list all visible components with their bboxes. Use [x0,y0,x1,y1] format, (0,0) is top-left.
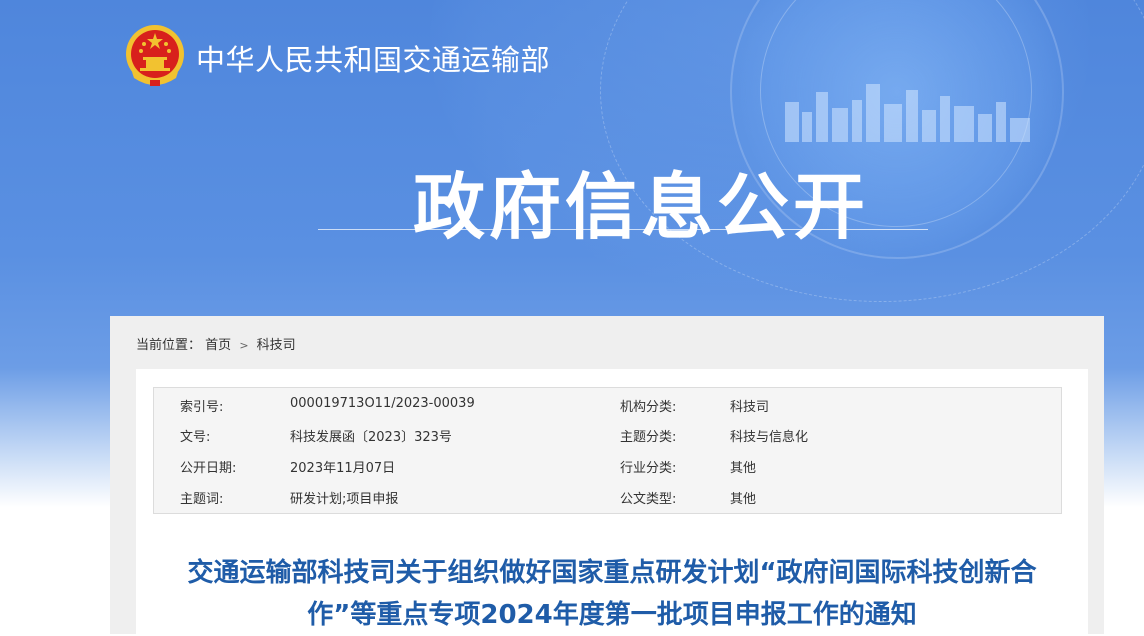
city-skyline-graphic [785,84,1030,142]
document-title-line: 作”等重点专项2024年度第一批项目申报工作的通知 [307,600,917,630]
breadcrumb-label: 当前位置： [136,338,202,353]
breadcrumb-separator: > [239,339,249,352]
meta-value: 研发计划;项目申报 [290,492,399,507]
meta-value: 000019713O11/2023-00039 [290,396,475,411]
meta-value: 2023年11月07日 [290,461,396,476]
meta-value: 科技发展函〔2023〕323号 [290,430,452,445]
meta-label: 主题分类: [620,430,677,445]
meta-value: 其他 [730,492,757,507]
article-panel: 索引号: 000019713O11/2023-00039 机构分类: 科技司 文… [136,369,1088,634]
meta-value: 其他 [730,461,757,476]
meta-value: 科技司 [730,400,770,415]
metadata-table: 索引号: 000019713O11/2023-00039 机构分类: 科技司 文… [153,387,1062,514]
document-title-line: 交通运输部科技司关于组织做好国家重点研发计划“政府间国际科技创新合 [187,558,1037,588]
meta-label: 公文类型: [620,492,677,507]
breadcrumb-item-home[interactable]: 首页 [205,334,231,353]
national-emblem-icon [126,25,184,86]
meta-label: 索引号: [180,400,224,415]
meta-label: 公开日期: [180,461,237,476]
metadata-row: 主题词: 研发计划;项目申报 公文类型: 其他 [154,480,1061,510]
breadcrumb-item-department[interactable]: 科技司 [257,334,296,353]
metadata-row: 索引号: 000019713O11/2023-00039 机构分类: 科技司 [154,388,1061,418]
content-area: 当前位置： 首页 > 科技司 索引号: 000019713O11/2023-00… [110,316,1104,634]
meta-value: 科技与信息化 [730,430,809,445]
meta-label: 文号: [180,430,211,445]
title-underline [318,229,928,230]
breadcrumb: 当前位置： 首页 > 科技司 [136,334,296,353]
meta-label: 行业分类: [620,461,677,476]
meta-label: 机构分类: [620,400,677,415]
metadata-row: 公开日期: 2023年11月07日 行业分类: 其他 [154,449,1061,479]
page-section-title: 政府信息公开 [413,165,870,249]
metadata-row: 文号: 科技发展函〔2023〕323号 主题分类: 科技与信息化 [154,418,1061,448]
ministry-name[interactable]: 中华人民共和国交通运输部 [196,37,550,79]
document-title: 交通运输部科技司关于组织做好国家重点研发计划“政府间国际科技创新合 作”等重点专… [156,552,1068,636]
meta-label: 主题词: [180,492,224,507]
